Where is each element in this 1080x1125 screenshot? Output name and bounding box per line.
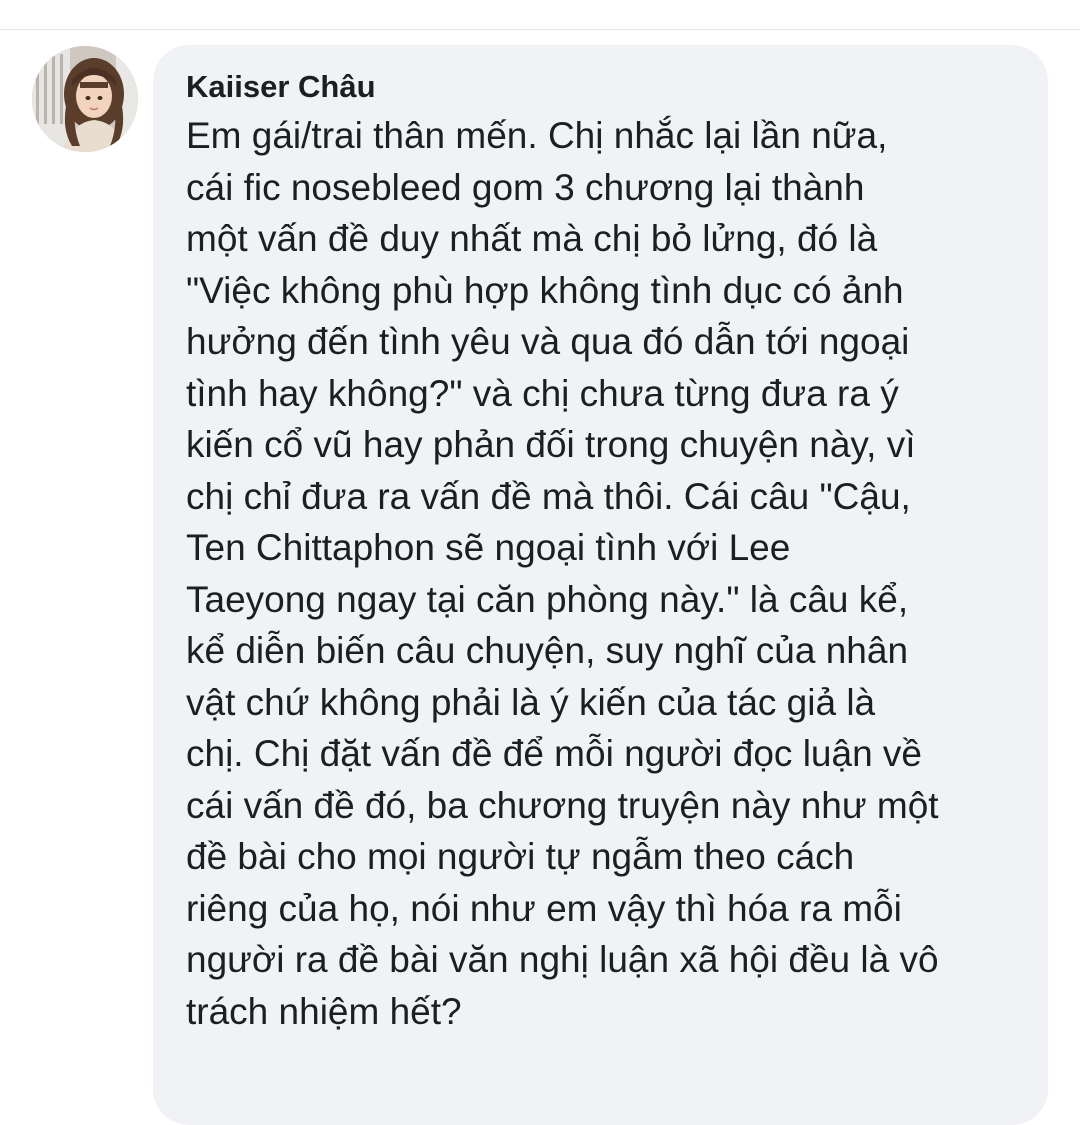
comment-line: trách nhiệm hết? xyxy=(186,990,462,1032)
comment-line: kể diễn biến câu chuyện, suy nghĩ của nh… xyxy=(186,630,909,671)
comment-line: kiến cổ vũ hay phản đối trong chuyện này… xyxy=(186,424,916,465)
avatar[interactable] xyxy=(32,46,138,152)
comment-line: Ten Chittaphon sẽ ngoại tình với Lee xyxy=(186,527,791,568)
comment: Kaiiser Châu Em gái/trai thân mến. Chị n… xyxy=(0,0,1080,1125)
comment-line: tình hay không?" và chị chưa từng đưa ra… xyxy=(186,372,899,414)
comment-line: người ra đề bài văn nghị luận xã hội đều… xyxy=(186,939,939,980)
comment-line: hưởng đến tình yêu và qua đó dẫn tới ngo… xyxy=(186,321,910,362)
comment-line: đề bài cho mọi người tự ngẫm theo cách xyxy=(186,836,855,877)
comment-line: một vấn đề duy nhất mà chị bỏ lửng, đó l… xyxy=(186,218,878,259)
comment-line: Em gái/trai thân mến. Chị nhắc lại lần n… xyxy=(186,115,888,156)
comment-line: Taeyong ngay tại căn phòng này." là câu … xyxy=(186,578,909,620)
comment-text: Em gái/trai thân mến. Chị nhắc lại lần n… xyxy=(186,110,1018,1037)
comment-line: chị. Chị đặt vấn đề để mỗi người đọc luậ… xyxy=(186,733,923,774)
author-name[interactable]: Kaiiser Châu xyxy=(186,67,1018,107)
comment-line: cái fic nosebleed gom 3 chương lại thành xyxy=(186,166,865,208)
avatar-photo xyxy=(32,46,138,152)
comment-line: chị chỉ đưa ra vấn đề mà thôi. Cái câu "… xyxy=(186,475,911,517)
comment-line: riêng của họ, nói như em vậy thì hóa ra … xyxy=(186,887,902,929)
comment-line: vật chứ không phải là ý kiến của tác giả… xyxy=(186,681,876,723)
comment-line: cái vấn đề đó, ba chương truyện này như … xyxy=(186,784,939,826)
comment-bubble: Kaiiser Châu Em gái/trai thân mến. Chị n… xyxy=(153,45,1048,1125)
comment-line: "Việc không phù hợp không tình dục có ản… xyxy=(186,269,904,311)
